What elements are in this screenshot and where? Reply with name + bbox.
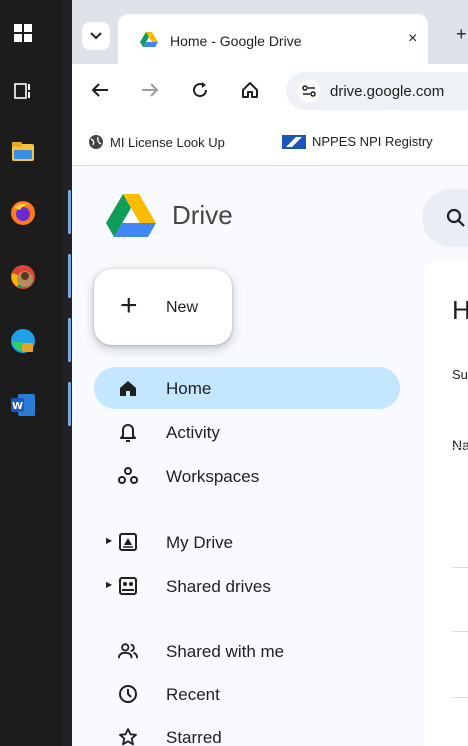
chevron-down-icon (90, 32, 102, 40)
star-icon (118, 727, 138, 746)
bookmark-label: MI License Look Up (110, 134, 225, 150)
row-divider (452, 631, 468, 632)
firefox-icon[interactable] (10, 200, 36, 226)
reload-icon (193, 82, 208, 98)
nav-item-workspaces[interactable]: Workspaces (94, 455, 400, 497)
browser-toolbar: drive.google.com (72, 64, 468, 120)
clock-icon (118, 684, 138, 704)
nav-item-starred[interactable]: Starred (94, 716, 400, 746)
tab-title: Home - Google Drive (170, 33, 302, 49)
word-icon[interactable]: W (10, 392, 36, 418)
home-outline-icon (242, 82, 258, 98)
name-column-header[interactable]: Na (452, 437, 468, 453)
main-content-panel: H Su Na (424, 259, 468, 746)
tab-google-drive[interactable]: Home - Google Drive × (118, 14, 428, 64)
nav-label: Shared drives (166, 577, 271, 596)
bell-icon (118, 422, 138, 442)
row-divider (452, 447, 468, 448)
bookmarks-bar: MI License Look Up NPPES NPI Registry (72, 120, 468, 166)
google-drive-favicon-icon (140, 32, 158, 53)
edge-icon[interactable] (10, 328, 36, 354)
bookmark-nppes[interactable]: NPPES NPI Registry (282, 134, 433, 149)
task-view-icon[interactable] (10, 78, 36, 104)
nav-item-my-drive[interactable]: ▶ My Drive (94, 521, 400, 563)
nav-item-shared-drives[interactable]: ▶ Shared drives (94, 565, 400, 607)
caret-right-icon[interactable]: ▶ (106, 536, 112, 545)
search-icon (446, 208, 465, 227)
home-button[interactable] (238, 78, 262, 102)
nav-label: Activity (166, 423, 220, 442)
google-drive-logo-icon[interactable] (106, 194, 156, 243)
caret-right-icon[interactable]: ▶ (106, 580, 112, 589)
page-heading: H (452, 295, 468, 325)
tab-search-dropdown[interactable] (82, 22, 110, 50)
arrow-left-icon (91, 83, 108, 97)
chrome-icon[interactable] (10, 264, 36, 290)
bookmark-mi-license[interactable]: MI License Look Up (88, 134, 225, 150)
taskbar-edge (62, 0, 72, 746)
workspaces-icon (118, 466, 138, 486)
nav-label: Shared with me (166, 642, 285, 661)
site-info-icon[interactable] (298, 80, 320, 102)
nav-label: Recent (166, 685, 220, 704)
my-drive-icon (118, 532, 138, 552)
tab-close-icon[interactable]: × (408, 30, 417, 48)
taskbar-active-indicator (68, 254, 71, 298)
nav-item-recent[interactable]: Recent (94, 673, 400, 715)
windows-taskbar: W (0, 0, 72, 746)
row-divider (452, 697, 468, 698)
new-tab-button[interactable]: + (456, 24, 467, 45)
brand-title: Drive (172, 200, 233, 230)
tab-strip: Home - Google Drive × + (72, 0, 468, 64)
nav-label: Starred (166, 728, 222, 746)
suggested-label: Su (452, 367, 468, 382)
taskbar-active-indicator (68, 318, 71, 362)
new-button[interactable]: + New (94, 269, 232, 345)
globe-icon (89, 135, 103, 149)
windows-start-icon[interactable] (10, 20, 36, 46)
nav-label: Home (166, 379, 212, 398)
url-text: drive.google.com (330, 83, 445, 100)
nppes-flag-icon (282, 134, 306, 149)
home-filled-icon (118, 378, 138, 398)
taskbar-active-indicator (68, 190, 71, 234)
arrow-right-icon (142, 83, 159, 97)
nav-label: Workspaces (166, 467, 260, 486)
people-icon (118, 641, 138, 661)
drive-page: Drive + New Home Activity Workspaces ▶ M… (72, 167, 468, 746)
search-bar[interactable] (422, 189, 468, 247)
row-divider (452, 567, 468, 568)
plus-icon: + (120, 289, 138, 322)
shared-drives-icon (118, 576, 138, 596)
address-bar[interactable]: drive.google.com (286, 72, 468, 110)
new-button-label: New (166, 299, 199, 316)
reload-button[interactable] (188, 78, 212, 102)
browser-window: Home - Google Drive × + drive.google.com… (72, 0, 468, 166)
file-explorer-icon[interactable] (10, 138, 36, 164)
nav-item-activity[interactable]: Activity (94, 411, 400, 453)
nav-item-home[interactable]: Home (94, 367, 400, 409)
taskbar-active-indicator (68, 382, 71, 426)
back-button[interactable] (88, 78, 112, 102)
nav-label: My Drive (166, 533, 234, 552)
bookmark-label: NPPES NPI Registry (312, 134, 433, 149)
forward-button[interactable] (138, 78, 162, 102)
svg-text:W: W (12, 401, 23, 412)
nav-item-shared-with-me[interactable]: Shared with me (94, 630, 400, 672)
